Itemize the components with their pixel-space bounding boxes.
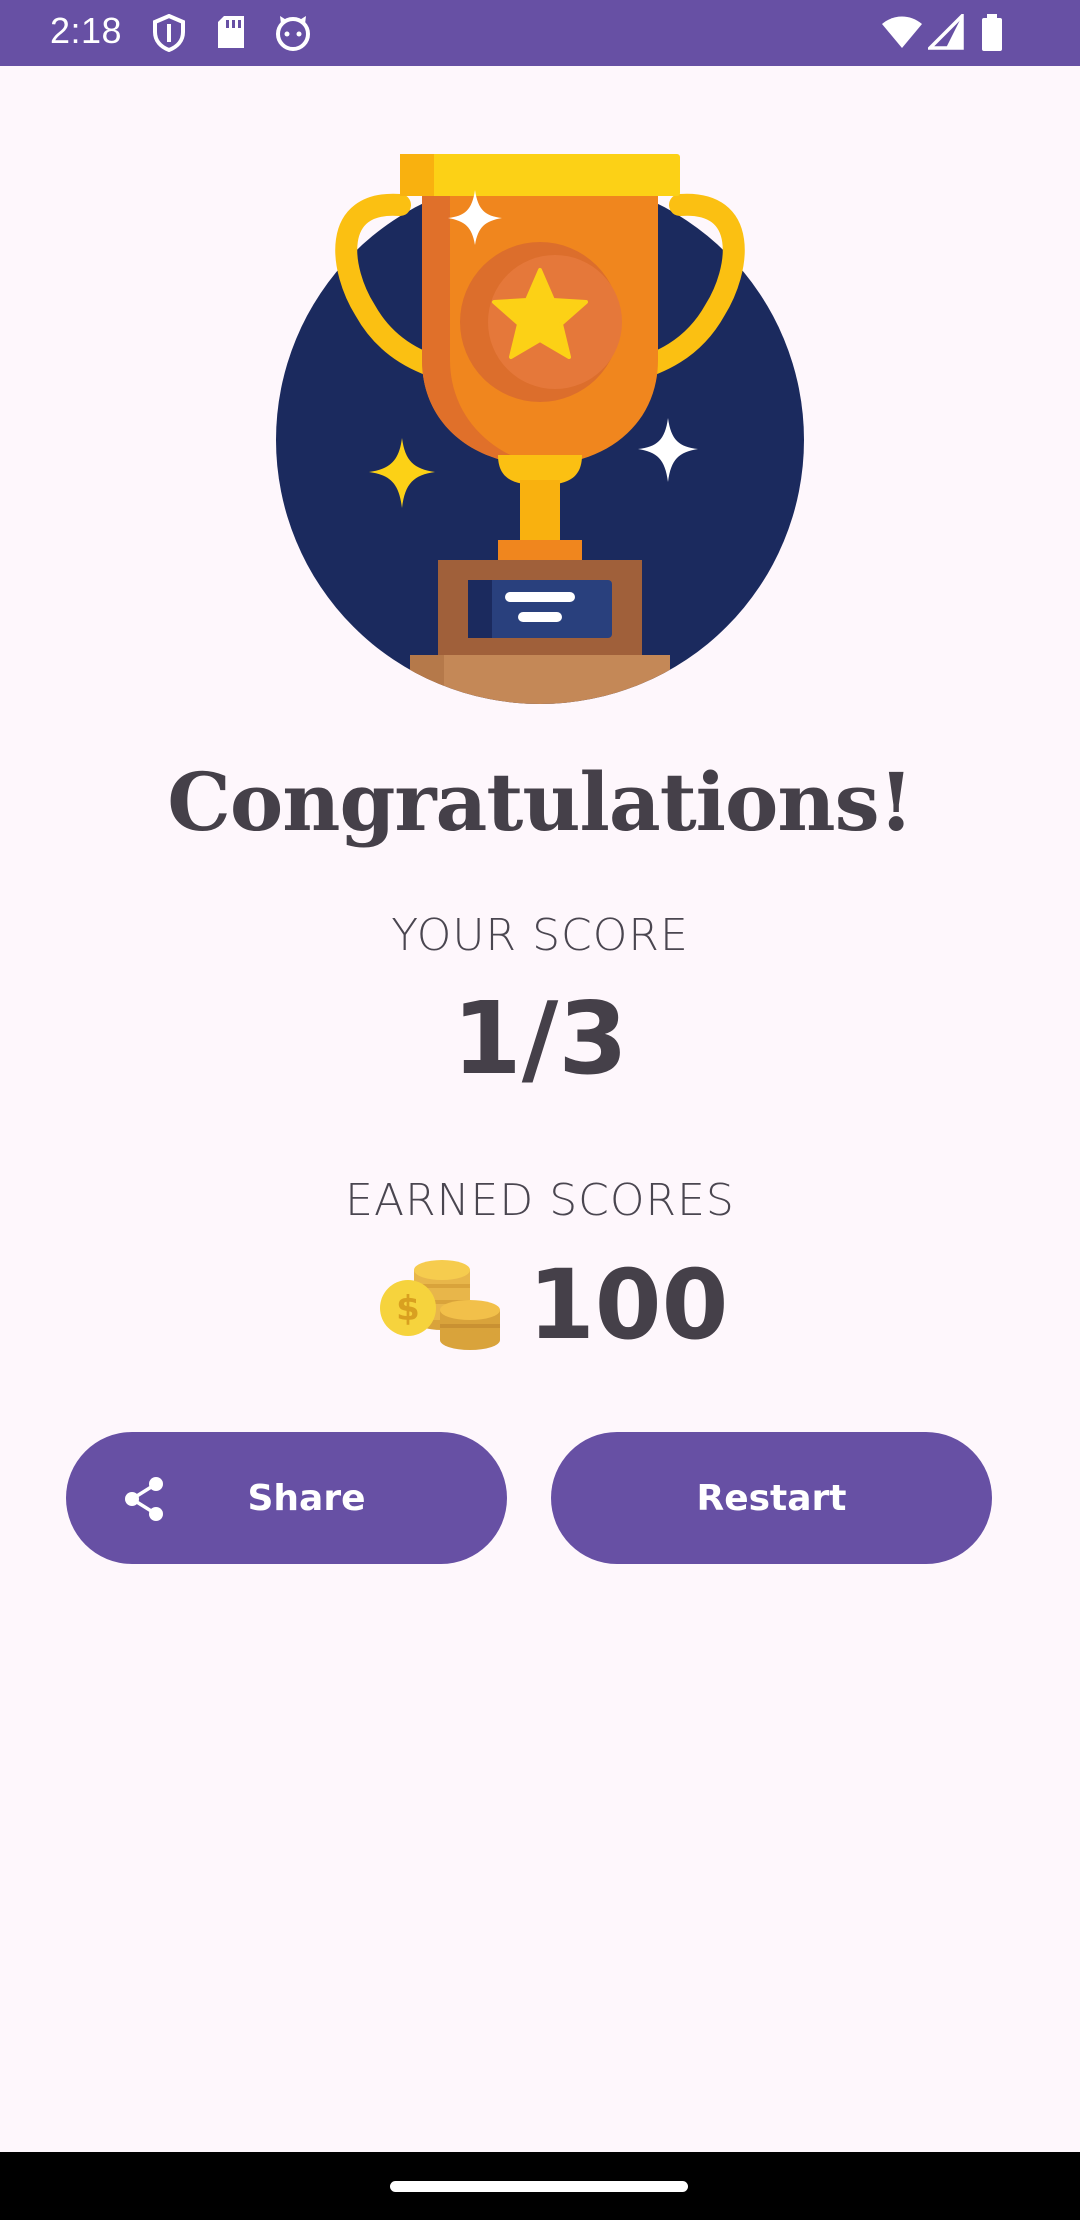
share-button[interactable]: Share	[66, 1432, 507, 1564]
restart-label: Restart	[696, 1477, 847, 1519]
signal-icon	[928, 14, 964, 50]
sd-card-icon	[218, 16, 244, 48]
share-label: Share	[247, 1477, 366, 1519]
coins-icon: $	[380, 1260, 500, 1350]
status-bar: 2:18	[0, 0, 1080, 66]
share-icon	[125, 1477, 163, 1521]
battery-icon	[982, 14, 1002, 51]
home-gesture-handle[interactable]	[390, 2181, 688, 2192]
wifi-icon	[882, 16, 922, 48]
earned-scores-row: $ 100	[380, 1249, 729, 1361]
status-time: 2:18	[50, 10, 123, 51]
earned-scores-value: 100	[528, 1249, 729, 1361]
your-score-value: 1/3	[452, 980, 628, 1097]
trophy-illustration	[276, 154, 804, 704]
your-score-label: YOUR SCORE	[391, 910, 689, 961]
earned-scores-label: EARNED SCORES	[345, 1175, 735, 1226]
restart-button[interactable]: Restart	[551, 1432, 992, 1564]
shield-icon	[153, 14, 185, 52]
congratulations-title: Congratulations!	[167, 755, 913, 849]
svg-text:$: $	[396, 1289, 420, 1329]
cat-icon	[276, 16, 310, 51]
